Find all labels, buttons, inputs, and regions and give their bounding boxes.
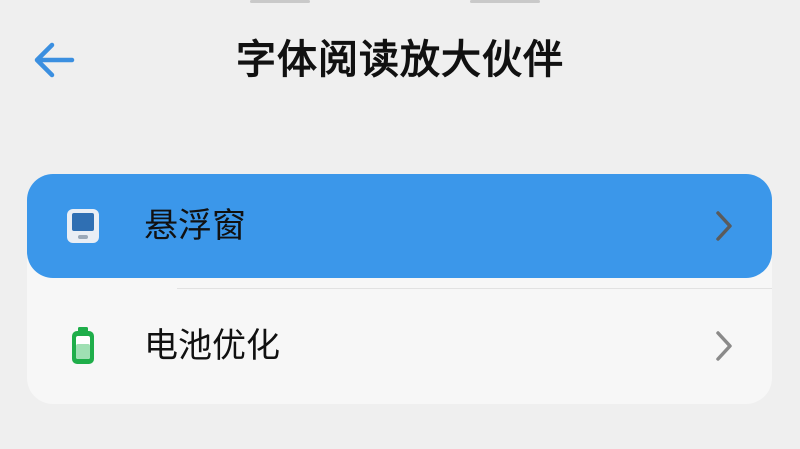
battery-icon	[63, 326, 103, 366]
menu-item-label: 悬浮窗	[144, 206, 246, 246]
status-mark	[470, 0, 540, 3]
menu-item-label: 电池优化	[144, 326, 280, 366]
status-bar-remnant	[0, 0, 800, 10]
chevron-right-icon	[712, 208, 736, 244]
settings-card: 悬浮窗 电池优化	[27, 174, 772, 404]
menu-item-floating-window[interactable]: 悬浮窗	[27, 174, 772, 278]
status-mark	[250, 0, 310, 3]
page-title: 字体阅读放大伙伴	[236, 37, 564, 83]
chevron-right-icon	[712, 328, 736, 364]
menu-item-battery-optimization[interactable]: 电池优化	[27, 288, 772, 404]
floating-window-icon	[63, 206, 103, 246]
